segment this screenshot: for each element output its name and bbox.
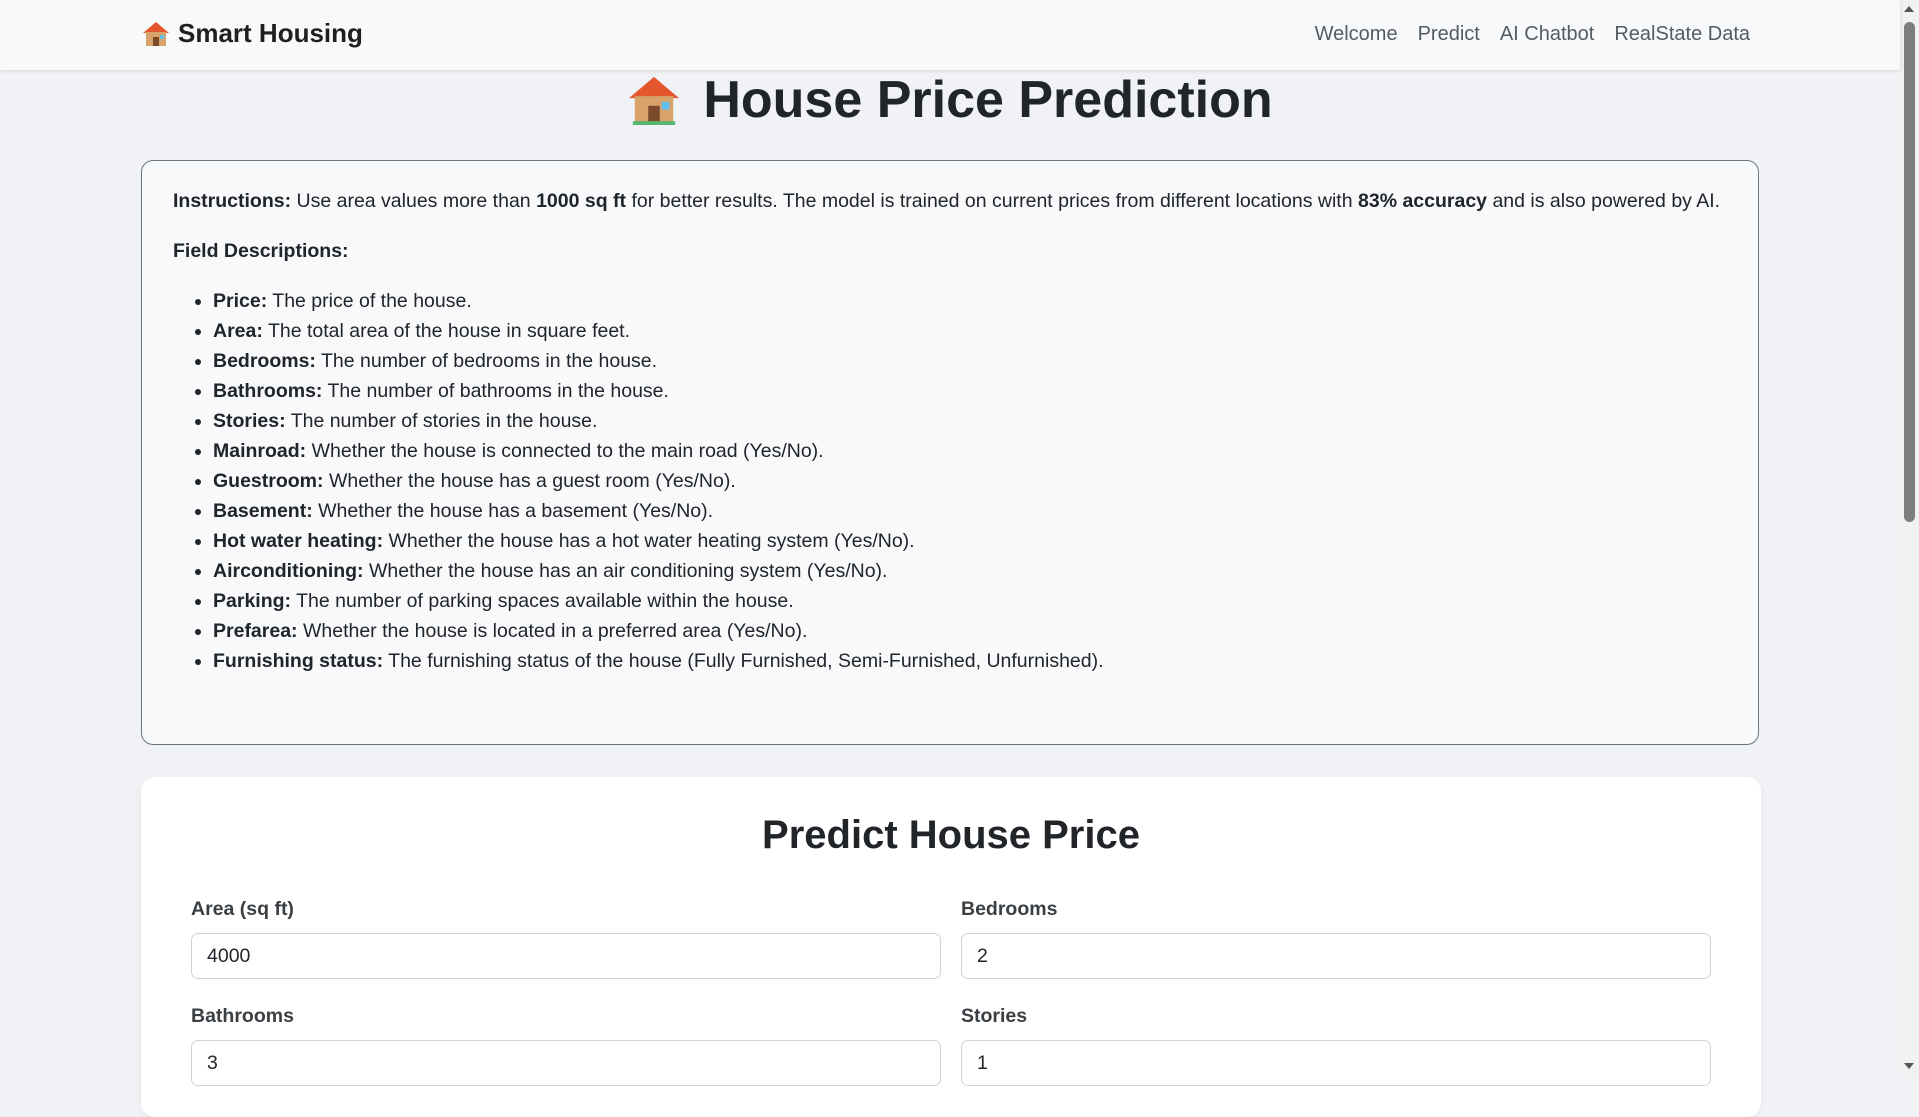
nav-ai-chatbot[interactable]: AI Chatbot [1500, 23, 1595, 46]
bedrooms-label: Bedrooms [961, 898, 1058, 920]
list-item: Stories: The number of stories in the ho… [213, 406, 1727, 436]
instructions-box: Instructions: Use area values more than … [141, 160, 1759, 745]
field-desc: The total area of the house in square fe… [267, 320, 631, 342]
list-item: Mainroad: Whether the house is connected… [213, 436, 1727, 466]
field-name: Hot water heating: [213, 530, 384, 552]
field-name: Bathrooms: [213, 380, 323, 402]
scrollbar[interactable] [1900, 0, 1919, 1075]
field-desc: Whether the house has a hot water heatin… [388, 530, 915, 552]
field-desc: Whether the house is located in a prefer… [302, 620, 808, 642]
field-desc: Whether the house has an air conditionin… [368, 560, 888, 582]
field-desc: Whether the house is connected to the ma… [311, 440, 824, 462]
bedrooms-input[interactable]: 2 [961, 933, 1711, 979]
stories-label: Stories [961, 1005, 1028, 1027]
field-name: Stories: [213, 410, 286, 432]
field-name: Bedrooms: [213, 350, 316, 372]
house-icon [627, 75, 681, 125]
brand-text: Smart Housing [178, 18, 363, 48]
list-item: Basement: Whether the house has a baseme… [213, 496, 1727, 526]
house-icon [142, 21, 170, 47]
nav-welcome[interactable]: Welcome [1315, 23, 1398, 46]
list-item: Hot water heating: Whether the house has… [213, 526, 1727, 556]
area-label: Area (sq ft) [191, 898, 294, 920]
scroll-thumb[interactable] [1904, 22, 1915, 522]
list-item: Bedrooms: The number of bedrooms in the … [213, 346, 1727, 376]
page-title-text: House Price Prediction [703, 71, 1273, 129]
scroll-up-arrow-icon[interactable] [1904, 6, 1914, 12]
bathrooms-field-group: Bathrooms 3 [191, 1005, 941, 1086]
form-title: Predict House Price [762, 813, 1140, 857]
field-name: Furnishing status: [213, 650, 384, 672]
brand-link[interactable]: Smart Housing [142, 18, 363, 49]
list-item: Area: The total area of the house in squ… [213, 316, 1727, 346]
field-name: Prefarea: [213, 620, 298, 642]
field-name: Mainroad: [213, 440, 307, 462]
field-descriptions-title: Field Descriptions: [173, 240, 349, 262]
field-name: Price: [213, 290, 268, 312]
stories-input[interactable]: 1 [961, 1040, 1711, 1086]
stories-field-group: Stories 1 [961, 1005, 1711, 1086]
area-highlight: 1000 sq ft [536, 190, 627, 212]
bedrooms-field-group: Bedrooms 2 [961, 898, 1711, 979]
field-desc: The number of stories in the house. [290, 410, 598, 432]
bathrooms-label: Bathrooms [191, 1005, 294, 1027]
instructions-text: Instructions: Use area values more than … [173, 186, 1727, 216]
bathrooms-input[interactable]: 3 [191, 1040, 941, 1086]
page-title: House Price Prediction [0, 70, 1900, 130]
nav-links: Welcome Predict AI Chatbot RealState Dat… [1315, 23, 1750, 46]
field-name: Basement: [213, 500, 313, 522]
field-descriptions-list: Price: The price of the house. Area: The… [173, 286, 1727, 676]
area-input[interactable]: 4000 [191, 933, 941, 979]
field-desc: The number of bathrooms in the house. [327, 380, 669, 402]
field-name: Guestroom: [213, 470, 324, 492]
list-item: Prefarea: Whether the house is located i… [213, 616, 1727, 646]
field-desc: The furnishing status of the house (Full… [388, 650, 1104, 672]
area-field-group: Area (sq ft) 4000 [191, 898, 941, 979]
list-item: Parking: The number of parking spaces av… [213, 586, 1727, 616]
instructions-label: Instructions: [173, 190, 292, 212]
predict-form-card: Predict House Price Area (sq ft) 4000 Be… [141, 777, 1761, 1117]
field-desc: The number of bedrooms in the house. [321, 350, 658, 372]
accuracy-highlight: 83% accuracy [1358, 190, 1488, 212]
field-name: Airconditioning: [213, 560, 364, 582]
navbar: Smart Housing Welcome Predict AI Chatbot… [0, 0, 1900, 70]
instructions-text-3: and is also powered by AI. [1492, 190, 1721, 212]
field-desc: The price of the house. [272, 290, 472, 312]
list-item: Price: The price of the house. [213, 286, 1727, 316]
list-item: Furnishing status: The furnishing status… [213, 646, 1727, 676]
field-desc: The number of parking spaces available w… [296, 590, 794, 612]
scroll-down-arrow-icon[interactable] [1904, 1063, 1914, 1069]
nav-predict[interactable]: Predict [1418, 23, 1480, 46]
list-item: Bathrooms: The number of bathrooms in th… [213, 376, 1727, 406]
field-desc: Whether the house has a guest room (Yes/… [328, 470, 736, 492]
list-item: Guestroom: Whether the house has a guest… [213, 466, 1727, 496]
instructions-text-1: Use area values more than [296, 190, 531, 212]
instructions-text-2: for better results. The model is trained… [631, 190, 1353, 212]
list-item: Airconditioning: Whether the house has a… [213, 556, 1727, 586]
field-name: Parking: [213, 590, 292, 612]
field-desc: Whether the house has a basement (Yes/No… [318, 500, 714, 522]
field-name: Area: [213, 320, 263, 342]
nav-realstate-data[interactable]: RealState Data [1614, 23, 1750, 46]
